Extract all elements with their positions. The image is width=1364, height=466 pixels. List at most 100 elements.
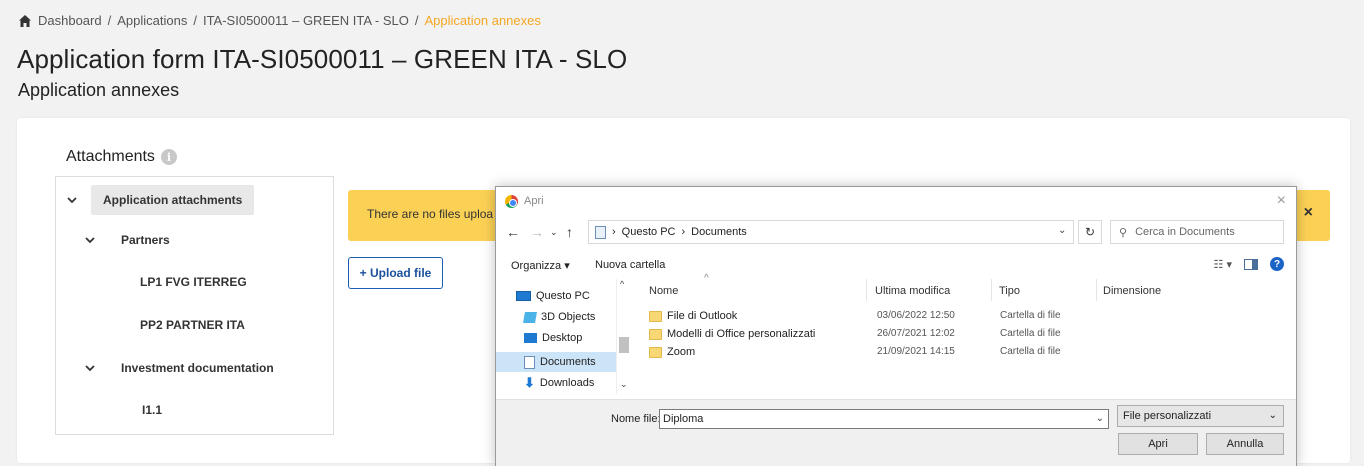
scroll-up-icon[interactable]: ^ bbox=[620, 279, 624, 289]
chevron-down-icon[interactable]: ⌄ bbox=[1058, 225, 1066, 236]
search-input[interactable]: ⚲ Cerca in Documents bbox=[1110, 220, 1284, 244]
nav-item-label: Questo PC bbox=[536, 290, 590, 302]
refresh-icon[interactable]: ↻ bbox=[1078, 220, 1102, 244]
nav-item-this-pc[interactable]: Questo PC bbox=[516, 290, 590, 302]
chevron-down-icon[interactable] bbox=[66, 194, 78, 206]
column-divider[interactable] bbox=[1096, 279, 1097, 301]
column-size[interactable]: Dimensione bbox=[1103, 285, 1161, 297]
address-bar: ← → ⌄ ↑ › Questo PC › Documents ⌄ ↻ ⚲ Ce… bbox=[496, 220, 1296, 246]
scroll-down-icon[interactable]: ⌄ bbox=[620, 379, 628, 390]
file-name: File di Outlook bbox=[667, 310, 738, 322]
path-chevron-icon: › bbox=[681, 226, 686, 238]
nav-item-downloads[interactable]: ⬇ Downloads bbox=[524, 375, 594, 391]
breadcrumb-applications[interactable]: Applications bbox=[117, 13, 187, 28]
tree-item-partners[interactable]: Partners bbox=[84, 233, 170, 247]
search-icon: ⚲ bbox=[1119, 226, 1128, 239]
tree-item-label[interactable]: Application attachments bbox=[91, 185, 255, 215]
chevron-down-icon[interactable]: ⌄ bbox=[1096, 413, 1104, 424]
folder-icon bbox=[649, 329, 662, 340]
recent-locations-icon[interactable]: ⌄ bbox=[550, 227, 558, 238]
dialog-title: Apri bbox=[524, 195, 544, 207]
tree-item-investment-documentation[interactable]: Investment documentation bbox=[84, 361, 274, 375]
tree-item-label[interactable]: LP1 FVG ITERREG bbox=[140, 275, 247, 289]
nav-item-label: Desktop bbox=[542, 332, 583, 344]
open-file-dialog: Apri × ← → ⌄ ↑ › Questo PC › Documents ⌄… bbox=[495, 186, 1297, 466]
new-folder-button[interactable]: Nuova cartella bbox=[595, 259, 665, 271]
file-row[interactable]: File di Outlook 03/06/2022 12:50 Cartell… bbox=[649, 308, 1099, 326]
dialog-footer: Nome file: Diploma ⌄ File personalizzati… bbox=[496, 399, 1296, 466]
organize-menu[interactable]: Organizza ▾ bbox=[511, 259, 570, 272]
close-icon[interactable]: × bbox=[1304, 204, 1313, 222]
chevron-down-icon: ⌄ bbox=[1268, 410, 1277, 421]
open-button[interactable]: Apri bbox=[1118, 433, 1198, 455]
nav-scrollbar[interactable]: ^ ⌄ bbox=[616, 279, 631, 394]
file-name: Modelli di Office personalizzati bbox=[667, 328, 816, 340]
home-icon[interactable] bbox=[18, 14, 32, 28]
preview-pane-icon[interactable] bbox=[1244, 258, 1258, 270]
folder-icon bbox=[649, 347, 662, 358]
file-row[interactable]: Modelli di Office personalizzati 26/07/2… bbox=[649, 326, 1099, 344]
dialog-close-icon[interactable]: × bbox=[1277, 192, 1286, 210]
up-arrow-icon[interactable]: ↑ bbox=[566, 224, 573, 240]
breadcrumb-current: Application annexes bbox=[424, 13, 541, 28]
view-controls: ☷ ▾ ? bbox=[1214, 257, 1284, 271]
breadcrumb-application[interactable]: ITA-SI0500011 – GREEN ITA - SLO bbox=[203, 13, 409, 28]
chevron-down-icon[interactable] bbox=[84, 234, 96, 246]
nav-item-3d-objects[interactable]: 3D Objects bbox=[523, 311, 595, 323]
chrome-icon bbox=[505, 195, 518, 208]
attachments-tree: Application attachments Partners LP1 FVG… bbox=[55, 176, 334, 435]
file-name: Zoom bbox=[667, 346, 696, 358]
file-type: Cartella di file bbox=[1000, 346, 1061, 357]
nav-item-label: Documents bbox=[540, 356, 596, 368]
file-modified: 03/06/2022 12:50 bbox=[877, 310, 955, 321]
attachments-heading: Attachments i bbox=[66, 148, 177, 166]
file-type: Cartella di file bbox=[1000, 328, 1061, 339]
nav-item-documents[interactable]: Documents bbox=[496, 352, 616, 372]
breadcrumb-dashboard[interactable]: Dashboard bbox=[38, 13, 102, 28]
path-segment[interactable]: Documents bbox=[691, 226, 747, 238]
attachments-title: Attachments bbox=[66, 148, 155, 165]
nav-item-desktop[interactable]: Desktop bbox=[524, 332, 582, 344]
path-input[interactable]: › Questo PC › Documents bbox=[588, 220, 1074, 244]
help-icon[interactable]: ? bbox=[1270, 257, 1284, 271]
cancel-button[interactable]: Annulla bbox=[1206, 433, 1284, 455]
column-type[interactable]: Tipo bbox=[999, 285, 1020, 297]
tree-item-partner[interactable]: PP2 PARTNER ITA bbox=[140, 318, 245, 332]
tree-item-label[interactable]: I1.1 bbox=[142, 403, 162, 417]
nav-item-label: Downloads bbox=[539, 377, 595, 389]
back-arrow-icon[interactable]: ← bbox=[506, 224, 520, 240]
filetype-select[interactable]: File personalizzati ⌄ bbox=[1117, 405, 1284, 427]
dialog-titlebar[interactable]: Apri × bbox=[496, 187, 1296, 215]
dialog-toolbar: Organizza ▾ Nuova cartella ☷ ▾ ? bbox=[496, 257, 1296, 277]
upload-file-button[interactable]: + Upload file bbox=[348, 257, 443, 289]
tree-item-application-attachments[interactable]: Application attachments bbox=[66, 185, 255, 215]
column-name[interactable]: Nome bbox=[649, 285, 678, 297]
forward-arrow-icon[interactable]: → bbox=[530, 224, 544, 240]
view-options-icon[interactable]: ☷ ▾ bbox=[1214, 258, 1232, 271]
filetype-value: File personalizzati bbox=[1123, 410, 1212, 422]
path-segment[interactable]: Questo PC bbox=[622, 226, 676, 238]
search-placeholder: Cerca in Documents bbox=[1135, 226, 1235, 238]
column-divider[interactable] bbox=[866, 279, 867, 301]
filename-value: Diploma bbox=[663, 413, 704, 425]
file-modified: 21/09/2021 14:15 bbox=[877, 346, 955, 357]
tree-item-investment[interactable]: I1.1 bbox=[142, 403, 162, 417]
file-row[interactable]: Zoom 21/09/2021 14:15 Cartella di file bbox=[649, 344, 1099, 362]
info-icon[interactable]: i bbox=[160, 149, 177, 165]
filename-input[interactable]: Diploma ⌄ bbox=[659, 409, 1109, 429]
chevron-down-icon[interactable] bbox=[84, 362, 96, 374]
scroll-thumb[interactable] bbox=[619, 337, 629, 353]
folder-icon bbox=[649, 311, 662, 322]
tree-item-partner[interactable]: LP1 FVG ITERREG bbox=[140, 275, 247, 289]
download-arrow-icon: ⬇ bbox=[524, 375, 535, 390]
tree-item-label[interactable]: PP2 PARTNER ITA bbox=[140, 318, 245, 332]
tree-item-label[interactable]: Investment documentation bbox=[121, 361, 274, 375]
column-modified[interactable]: Ultima modifica bbox=[875, 285, 950, 297]
navigation-pane: Questo PC 3D Objects Desktop Documents ⬇… bbox=[496, 279, 631, 399]
documents-icon bbox=[595, 225, 606, 239]
file-type: Cartella di file bbox=[1000, 310, 1061, 321]
sort-ascending-icon: ^ bbox=[704, 273, 709, 284]
breadcrumb-separator: / bbox=[193, 13, 197, 28]
tree-item-label[interactable]: Partners bbox=[121, 233, 170, 247]
column-divider[interactable] bbox=[991, 279, 992, 301]
